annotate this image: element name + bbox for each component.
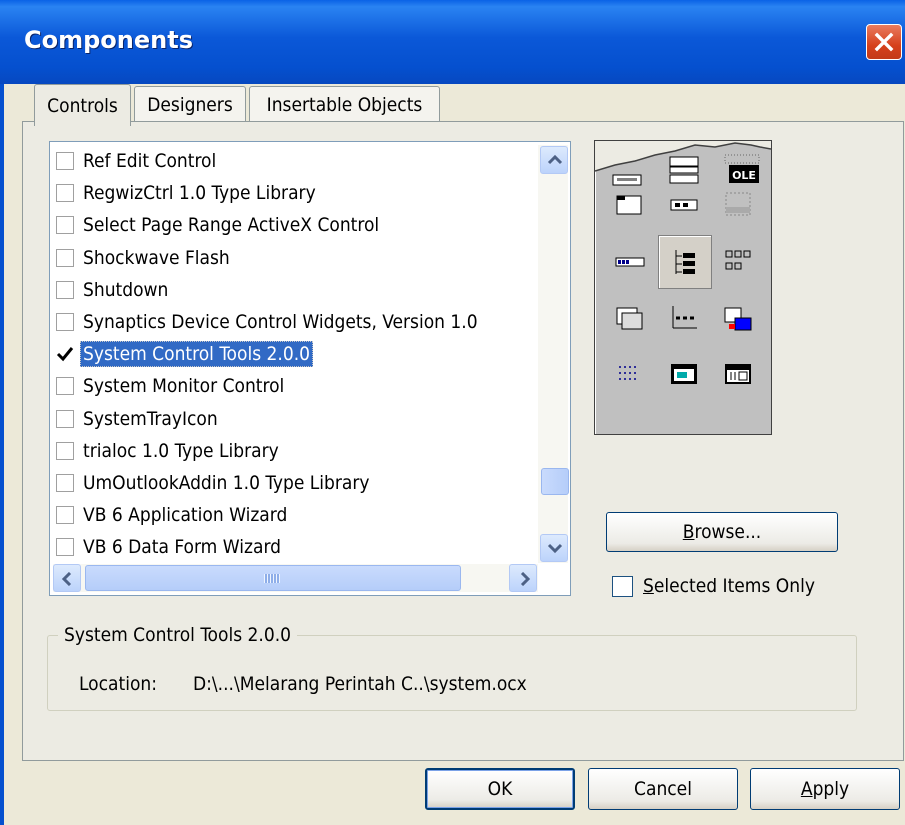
ok-button[interactable]: OK — [425, 768, 575, 810]
details-group-title: System Control Tools 2.0.0 — [58, 624, 298, 646]
item-checkbox[interactable] — [56, 184, 74, 203]
slider-icon — [667, 301, 701, 335]
checkmark-icon — [56, 347, 74, 362]
tree-view-icon — [658, 235, 712, 289]
list-item[interactable]: Shutdown — [56, 275, 171, 305]
item-label: Select Page Range ActiveX Control — [83, 214, 380, 237]
scroll-up-button[interactable] — [540, 146, 568, 174]
item-label: System Monitor Control — [83, 375, 285, 398]
item-checkbox[interactable] — [56, 152, 74, 170]
cancel-label: Cancel — [634, 778, 692, 800]
location-value: D:\...\Melarang Perintah C..\system.ocx — [193, 673, 527, 695]
dotted-grid-icon — [613, 357, 647, 391]
tab-designers[interactable]: Designers — [134, 86, 246, 122]
item-label: RegwizCtrl 1.0 Type Library — [83, 182, 316, 205]
apply-button[interactable]: Apply — [750, 768, 900, 810]
progress-bar-icon — [613, 244, 647, 278]
list-item[interactable]: Ref Edit Control — [56, 146, 219, 176]
chevron-left-icon — [61, 572, 72, 586]
item-checkbox[interactable] — [56, 377, 74, 396]
item-checkbox[interactable] — [56, 441, 74, 460]
item-label: Shockwave Flash — [83, 246, 230, 269]
item-checkbox[interactable] — [56, 280, 74, 299]
tab-controls[interactable]: Controls — [34, 84, 131, 128]
scroll-down-button[interactable] — [540, 534, 568, 562]
scroll-right-button[interactable] — [509, 564, 537, 592]
window-border — [0, 84, 4, 825]
item-checkbox[interactable] — [56, 248, 74, 267]
toolbox-preview: OLE — [594, 140, 772, 435]
controls-listbox[interactable]: Ref Edit Control RegwizCtrl 1.0 Type Libr… — [49, 141, 571, 596]
status-bar-icon — [721, 187, 755, 221]
scroll-grip — [264, 574, 280, 583]
vertical-scrollbar[interactable] — [538, 145, 568, 563]
list-item[interactable]: trialoc 1.0 Type Library — [56, 436, 282, 466]
selected-items-only-checkbox[interactable]: Selected Items Only — [612, 575, 815, 597]
list-item[interactable]: VB 6 Application Wizard — [56, 500, 290, 530]
list-item[interactable]: VB 6 Data Form Wizard — [56, 532, 284, 562]
checkbox-box[interactable] — [612, 575, 633, 597]
item-label: Ref Edit Control — [83, 150, 217, 172]
frame-icon — [612, 174, 642, 186]
close-button[interactable] — [866, 24, 902, 60]
item-label: trialoc 1.0 Type Library — [83, 439, 279, 462]
list-item[interactable]: RegwizCtrl 1.0 Type Library — [56, 178, 319, 208]
item-label: Shutdown — [83, 278, 169, 301]
item-checkbox[interactable] — [56, 313, 74, 331]
apply-label: Apply — [800, 778, 850, 800]
list-item[interactable]: SystemTrayIcon — [56, 404, 221, 434]
list-item[interactable]: System Monitor Control — [56, 371, 287, 401]
item-checkbox[interactable] — [56, 506, 74, 525]
checkbox-label: Selected Items Only — [643, 575, 815, 597]
item-label: VB 6 Data Form Wizard — [83, 536, 281, 559]
tab-label: Controls — [47, 94, 118, 117]
chevron-right-icon — [520, 572, 531, 586]
location-label: Location: — [79, 673, 158, 695]
tab-label: Insertable Objects — [266, 93, 423, 116]
list-item[interactable]: Synaptics Device Control Widgets, Versio… — [56, 307, 481, 337]
image-list-icon — [613, 301, 647, 335]
item-label: System Control Tools 2.0.0 — [80, 341, 314, 368]
list-item[interactable]: Shockwave Flash — [56, 243, 233, 273]
tab-insertable-objects[interactable]: Insertable Objects — [249, 86, 440, 122]
chevron-up-icon — [547, 154, 563, 165]
vertical-scroll-thumb[interactable] — [541, 468, 569, 495]
scroll-left-button[interactable] — [53, 564, 81, 592]
item-label: VB 6 Application Wizard — [83, 504, 288, 527]
item-label: Synaptics Device Control Widgets, Versio… — [83, 311, 478, 333]
list-view-icon — [721, 244, 755, 278]
listbox-icon — [669, 156, 699, 184]
tab-strip-icon — [613, 187, 647, 221]
window-title: Components — [24, 26, 193, 54]
ok-label: OK — [487, 778, 513, 800]
title-bar[interactable]: Components — [0, 0, 905, 84]
browse-button[interactable]: Browse... — [606, 512, 838, 552]
item-checkbox[interactable] — [56, 474, 74, 492]
close-icon — [874, 32, 894, 52]
svg-text:OLE: OLE — [732, 169, 756, 182]
item-label: UmOutlookAddin 1.0 Type Library — [83, 472, 370, 494]
item-checkbox[interactable] — [56, 409, 74, 428]
list-item[interactable]: Select Page Range ActiveX Control — [56, 210, 382, 240]
horizontal-scroll-thumb[interactable] — [85, 565, 461, 591]
animation-icon — [667, 357, 701, 391]
tab-label: Designers — [147, 93, 233, 116]
list-item[interactable]: UmOutlookAddin 1.0 Type Library — [56, 468, 373, 498]
item-checkbox[interactable] — [56, 216, 74, 235]
list-item[interactable]: System Control Tools 2.0.0 — [56, 339, 314, 369]
toolbar-icon — [667, 187, 701, 221]
chevron-down-icon — [547, 543, 563, 554]
item-label: SystemTrayIcon — [83, 407, 218, 430]
image-combo-icon — [721, 301, 755, 335]
ole-icon: OLE — [724, 154, 760, 183]
browse-label: Browse... — [682, 521, 762, 543]
date-picker-icon — [721, 357, 755, 391]
cancel-button[interactable]: Cancel — [588, 768, 738, 810]
item-checkbox[interactable] — [56, 345, 74, 363]
item-checkbox[interactable] — [56, 538, 74, 557]
